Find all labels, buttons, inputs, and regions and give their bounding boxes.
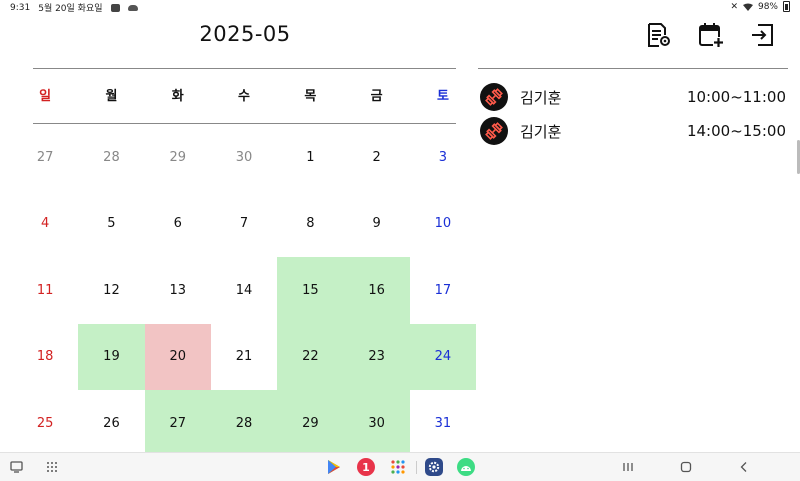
play-store-app[interactable] [324, 458, 344, 476]
day-cell-booked[interactable]: 30 [343, 390, 410, 457]
weekday-fri: 금 [370, 89, 383, 104]
schedule-item[interactable]: 김기훈 14:00~15:00 [478, 114, 788, 148]
calendar-add-icon [699, 23, 724, 48]
day-cell[interactable]: 11 [12, 257, 78, 324]
app-drawer-icon [47, 462, 57, 472]
day-cell[interactable]: 9 [343, 191, 409, 258]
settings-app-icon [425, 458, 443, 476]
nav-divider [416, 461, 417, 474]
day-cell[interactable]: 8 [277, 191, 343, 258]
recent-apps-button[interactable] [618, 458, 638, 476]
day-cell[interactable]: 4 [12, 191, 78, 258]
status-bar-left: 9:31 5월 20일 화요일 [10, 1, 138, 14]
recent-apps-icon [623, 463, 633, 471]
weekday-tue: 화 [171, 89, 184, 104]
trainee-name: 김기훈 [520, 122, 562, 141]
app-drawer-button[interactable] [44, 458, 60, 476]
weekday-sun: 일 [39, 89, 52, 104]
android-app-icon [457, 458, 475, 476]
schedule-item[interactable]: 김기훈 10:00~11:00 [478, 80, 788, 114]
day-cell[interactable]: 5 [78, 191, 144, 258]
day-cell-booked[interactable]: 16 [343, 257, 410, 324]
day-cell[interactable]: 2 [343, 124, 409, 191]
wifi-icon [742, 3, 753, 11]
weekday-header: 일 월 화 수 목 금 토 [12, 82, 476, 112]
trainee-name: 김기훈 [520, 88, 562, 107]
weekday-sat: 토 [436, 89, 449, 104]
month-title: 2025-05 [199, 22, 291, 46]
document-settings-icon [648, 23, 670, 47]
apps-grid-app[interactable] [388, 458, 408, 476]
day-cell[interactable]: 12 [78, 257, 144, 324]
screenshot-icon [9, 461, 23, 473]
day-cell[interactable]: 7 [211, 191, 277, 258]
day-cell-booked[interactable]: 19 [78, 323, 145, 390]
day-cell[interactable]: 25 [12, 390, 78, 457]
battery-text: 98% [757, 1, 778, 12]
schedule-list: 김기훈 10:00~11:00 김기훈 14:00~15:00 [478, 80, 788, 148]
day-cell-booked[interactable]: 22 [277, 323, 344, 390]
notification-icon [110, 3, 120, 12]
day-cell-booked[interactable]: 29 [277, 390, 344, 457]
home-button[interactable] [676, 458, 696, 476]
day-cell-booked[interactable]: 28 [210, 390, 278, 457]
day-cell[interactable]: 17 [410, 257, 476, 324]
day-cell[interactable]: 30 [211, 124, 277, 191]
calendar-top-divider [33, 68, 456, 69]
exit-icon [752, 24, 773, 46]
calendar-app-icon: 1 [357, 458, 375, 476]
weekday-wed: 수 [238, 89, 251, 104]
battery-icon [783, 1, 790, 12]
logout-button[interactable] [748, 20, 778, 50]
screenshot-button[interactable] [8, 458, 24, 476]
document-settings-button[interactable] [644, 20, 674, 50]
day-cell-booked[interactable]: 15 [277, 257, 344, 324]
mute-icon: ✕ [730, 1, 738, 12]
day-cell[interactable]: 21 [211, 324, 277, 391]
toolbar [644, 20, 778, 50]
day-cell[interactable]: 26 [78, 390, 144, 457]
day-cell[interactable]: 27 [12, 124, 78, 191]
dumbbell-icon [480, 83, 508, 111]
calendar-app[interactable]: 1 [356, 458, 376, 476]
session-time: 10:00~11:00 [686, 88, 786, 106]
day-cell-booked[interactable]: 24 [409, 323, 477, 390]
android-app[interactable] [456, 458, 476, 476]
day-cell-booked[interactable]: 23 [343, 323, 410, 390]
add-schedule-button[interactable] [696, 20, 726, 50]
status-date: 5월 20일 화요일 [38, 4, 103, 14]
day-cell-today[interactable]: 20 [144, 323, 211, 390]
cloud-icon [127, 4, 138, 11]
day-cell-booked[interactable]: 27 [144, 390, 211, 457]
day-cell[interactable]: 18 [12, 324, 78, 391]
calendar-grid: 27 28 29 30 1 2 3 4 5 6 7 8 9 10 11 12 1… [12, 124, 477, 457]
day-cell[interactable]: 14 [211, 257, 277, 324]
settings-app[interactable] [424, 458, 444, 476]
day-cell[interactable]: 1 [277, 124, 343, 191]
session-time: 14:00~15:00 [686, 122, 786, 140]
status-time: 9:31 [10, 2, 31, 13]
home-icon [680, 461, 692, 473]
navigation-bar: 1 [0, 452, 800, 481]
apps-grid-icon [391, 460, 405, 474]
day-cell[interactable]: 13 [145, 257, 211, 324]
back-icon [740, 462, 747, 472]
day-cell[interactable]: 3 [410, 124, 476, 191]
schedule-top-divider [478, 68, 788, 69]
day-cell[interactable]: 6 [145, 191, 211, 258]
day-cell[interactable]: 28 [78, 124, 144, 191]
back-button[interactable] [734, 458, 754, 476]
day-cell[interactable]: 31 [410, 390, 476, 457]
weekday-thu: 목 [304, 89, 317, 104]
day-cell[interactable]: 29 [145, 124, 211, 191]
dumbbell-icon [480, 117, 508, 145]
status-bar-right: ✕ 98% [730, 1, 790, 12]
status-bar: 9:31 5월 20일 화요일 ✕ 98% [0, 0, 800, 14]
day-cell[interactable]: 10 [410, 191, 476, 258]
weekday-mon: 월 [105, 89, 118, 104]
play-store-icon [328, 460, 340, 474]
